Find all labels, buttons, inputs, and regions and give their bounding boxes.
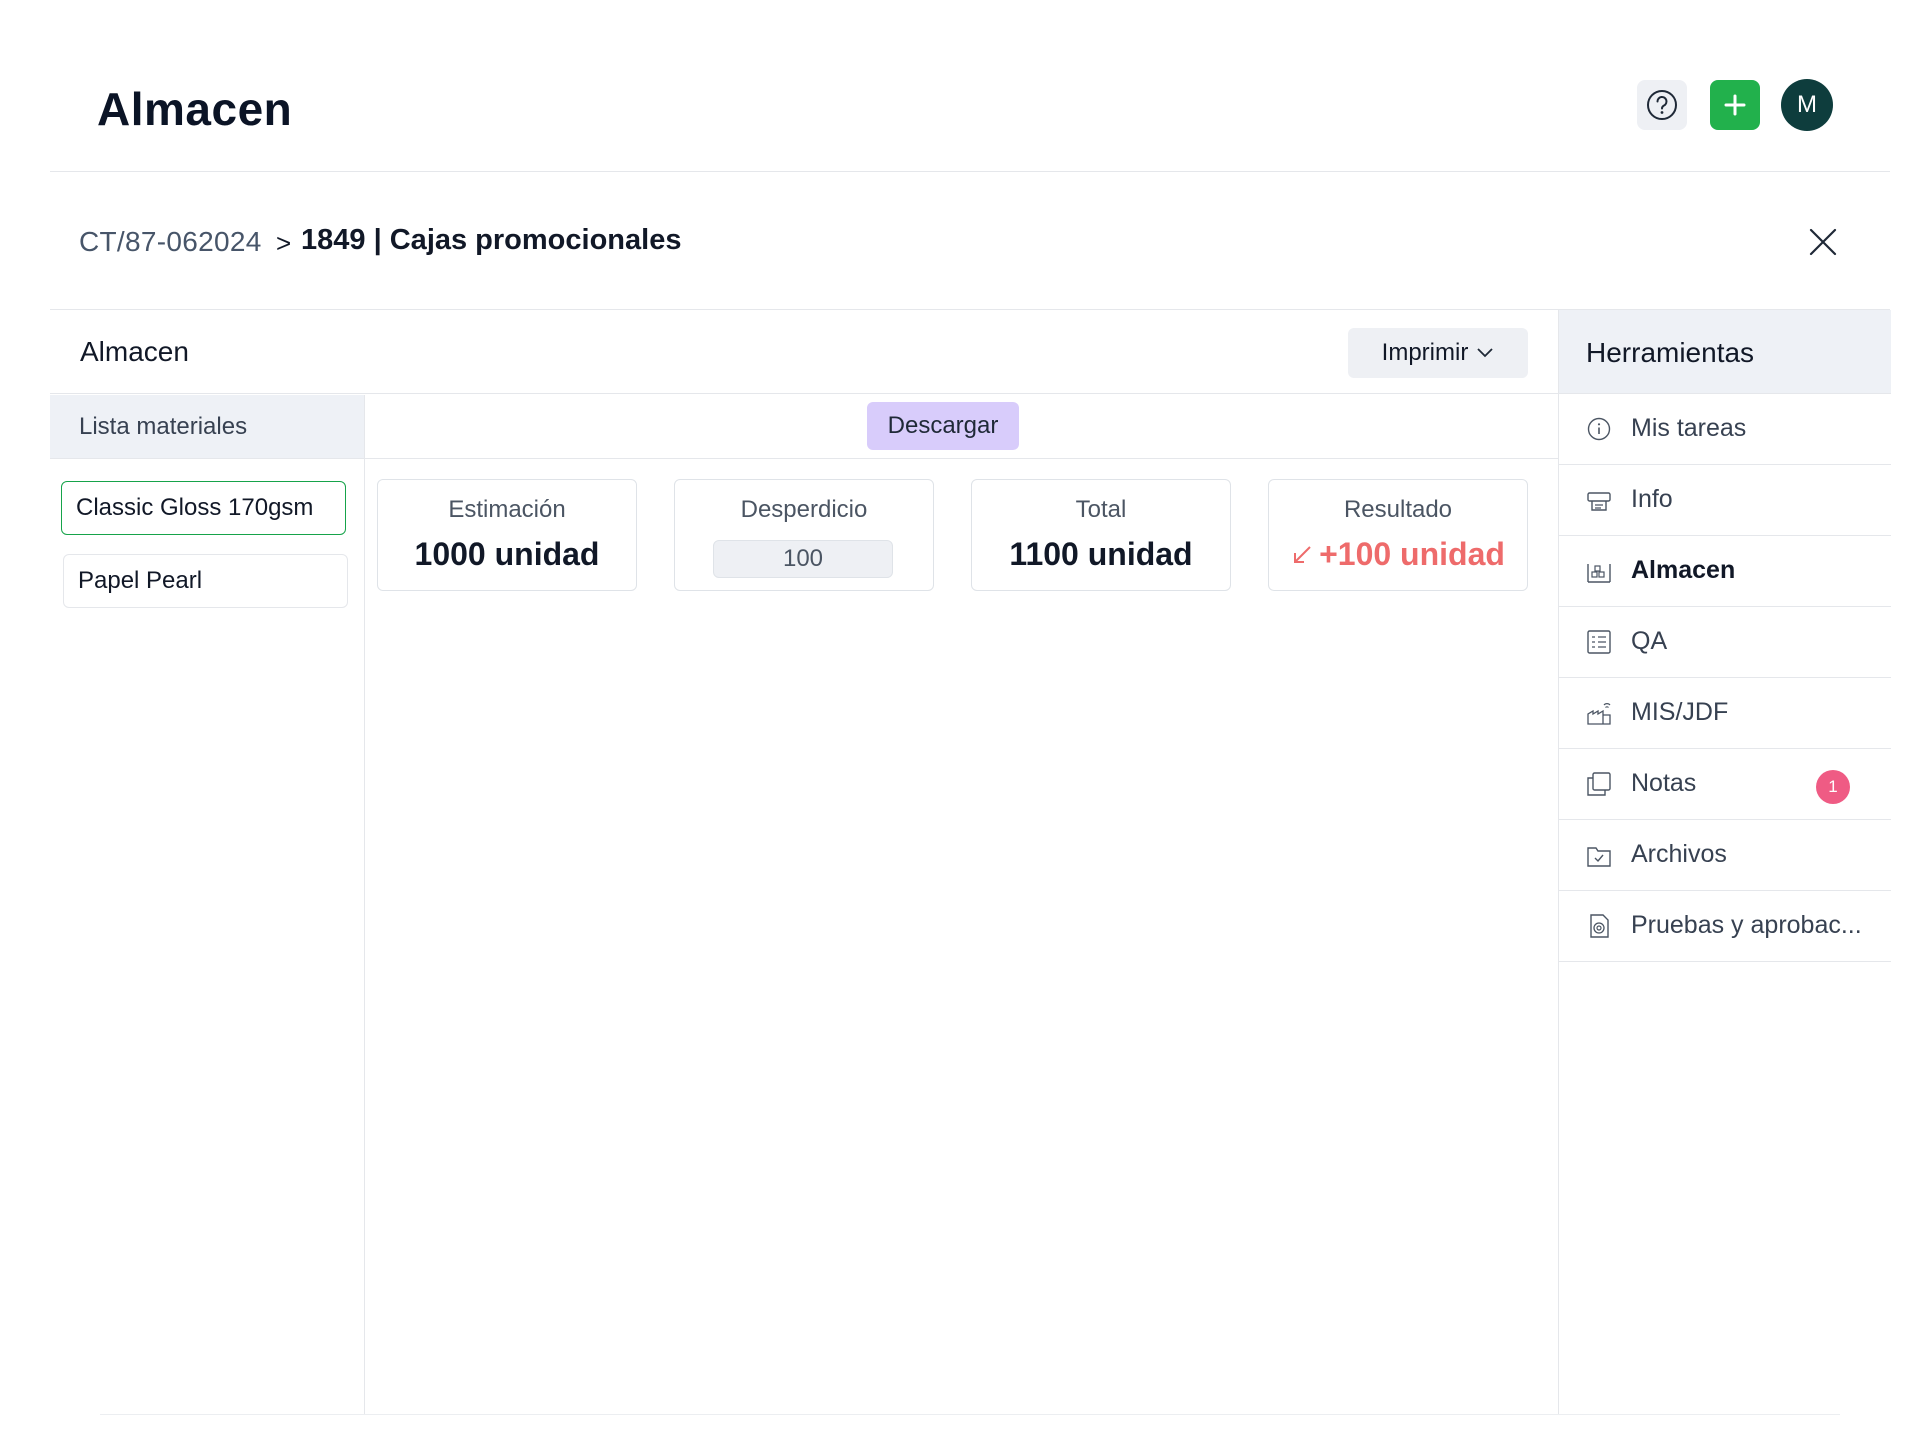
result-label: Resultado [1343,496,1453,523]
breadcrumb: CT/87-062024 > 1849 | Cajas promocionale… [50,172,1890,310]
tool-label: QA [1631,627,1668,655]
panel-header: Almacen Imprimir [50,310,1558,394]
tool-item-mis-jdf[interactable]: MIS/JDF [1559,678,1891,749]
breadcrumb-title: 1849 | Cajas promocionales [301,224,682,256]
tool-item-mis-tareas[interactable]: Mis tareas [1559,394,1891,465]
proof-document-icon [1590,914,1609,938]
material-item-label: Papel Pearl [78,567,203,594]
breadcrumb-separator: > [276,228,292,258]
tool-label: Pruebas y aprobac... [1631,911,1862,939]
tool-label: Info [1631,485,1673,513]
tool-label: Notas [1631,769,1697,797]
tools-header: Herramientas [1559,310,1891,394]
materials-header: Lista materiales [50,395,364,459]
total-label: Total [1075,496,1127,523]
notes-count-badge: 1 [1816,770,1850,804]
tool-label: Mis tareas [1631,414,1747,442]
result-value-wrap: +100 unidad [1269,536,1527,573]
tool-label: Archivos [1631,840,1727,868]
printer-info-icon [1587,492,1611,511]
help-icon [1647,90,1677,120]
info-circle-icon [1587,417,1611,441]
tool-label: MIS/JDF [1631,698,1729,726]
tool-item-notas[interactable]: Notas 1 [1559,749,1891,820]
tool-item-pruebas[interactable]: Pruebas y aprobac... [1559,891,1891,962]
total-card: Total 1100 unidad [971,479,1231,591]
download-button[interactable]: Descargar [867,402,1019,450]
download-bar: Descargar [365,395,1558,459]
bottom-divider [100,1414,1840,1415]
warehouse-icon [1587,564,1611,583]
materials-header-label: Lista materiales [79,413,248,440]
material-item-label: Classic Gloss 170gsm [76,494,314,521]
panel-title: Almacen [80,336,189,367]
folder-check-icon [1587,847,1611,867]
result-value: +100 unidad [1319,536,1505,572]
material-item-papel-pearl[interactable]: Papel Pearl [63,554,348,608]
checklist-icon [1587,630,1611,654]
add-button[interactable] [1710,80,1760,130]
estimate-card: Estimación 1000 unidad [377,479,637,591]
top-header: Almacen M [50,0,1890,172]
tools-sidebar: Herramientas Mis tareas Info Almacen QA … [1558,310,1891,1415]
estimate-value: 1000 unidad [414,536,600,572]
close-icon [1809,228,1837,256]
estimate-label: Estimación [448,496,566,523]
close-button[interactable] [1805,224,1841,260]
arrow-down-left-icon [1294,545,1311,563]
print-label: Imprimir [1381,339,1469,366]
chevron-down-icon [1477,348,1493,358]
breadcrumb-code-link[interactable]: CT/87-062024 [79,226,262,258]
notes-icon [1587,772,1611,796]
app-title: Almacen [97,83,293,135]
waste-input[interactable]: 100 [713,540,893,578]
material-item-classic-gloss[interactable]: Classic Gloss 170gsm [61,481,346,535]
tool-item-qa[interactable]: QA [1559,607,1891,678]
waste-card: Desperdicio 100 [674,479,934,591]
tool-item-archivos[interactable]: Archivos [1559,820,1891,891]
help-button[interactable] [1637,80,1687,130]
materials-divider [364,395,365,1415]
result-card: Resultado +100 unidad [1268,479,1528,591]
print-dropdown-button[interactable]: Imprimir [1348,328,1528,378]
avatar[interactable]: M [1781,79,1833,131]
tool-item-info[interactable]: Info [1559,465,1891,536]
factory-icon [1587,703,1611,725]
total-value: 1100 unidad [1009,536,1193,572]
tool-item-almacen[interactable]: Almacen [1559,536,1891,607]
waste-label: Desperdicio [740,496,868,523]
plus-icon [1724,94,1746,116]
tool-label: Almacen [1631,556,1736,584]
tools-header-label: Herramientas [1586,337,1755,368]
